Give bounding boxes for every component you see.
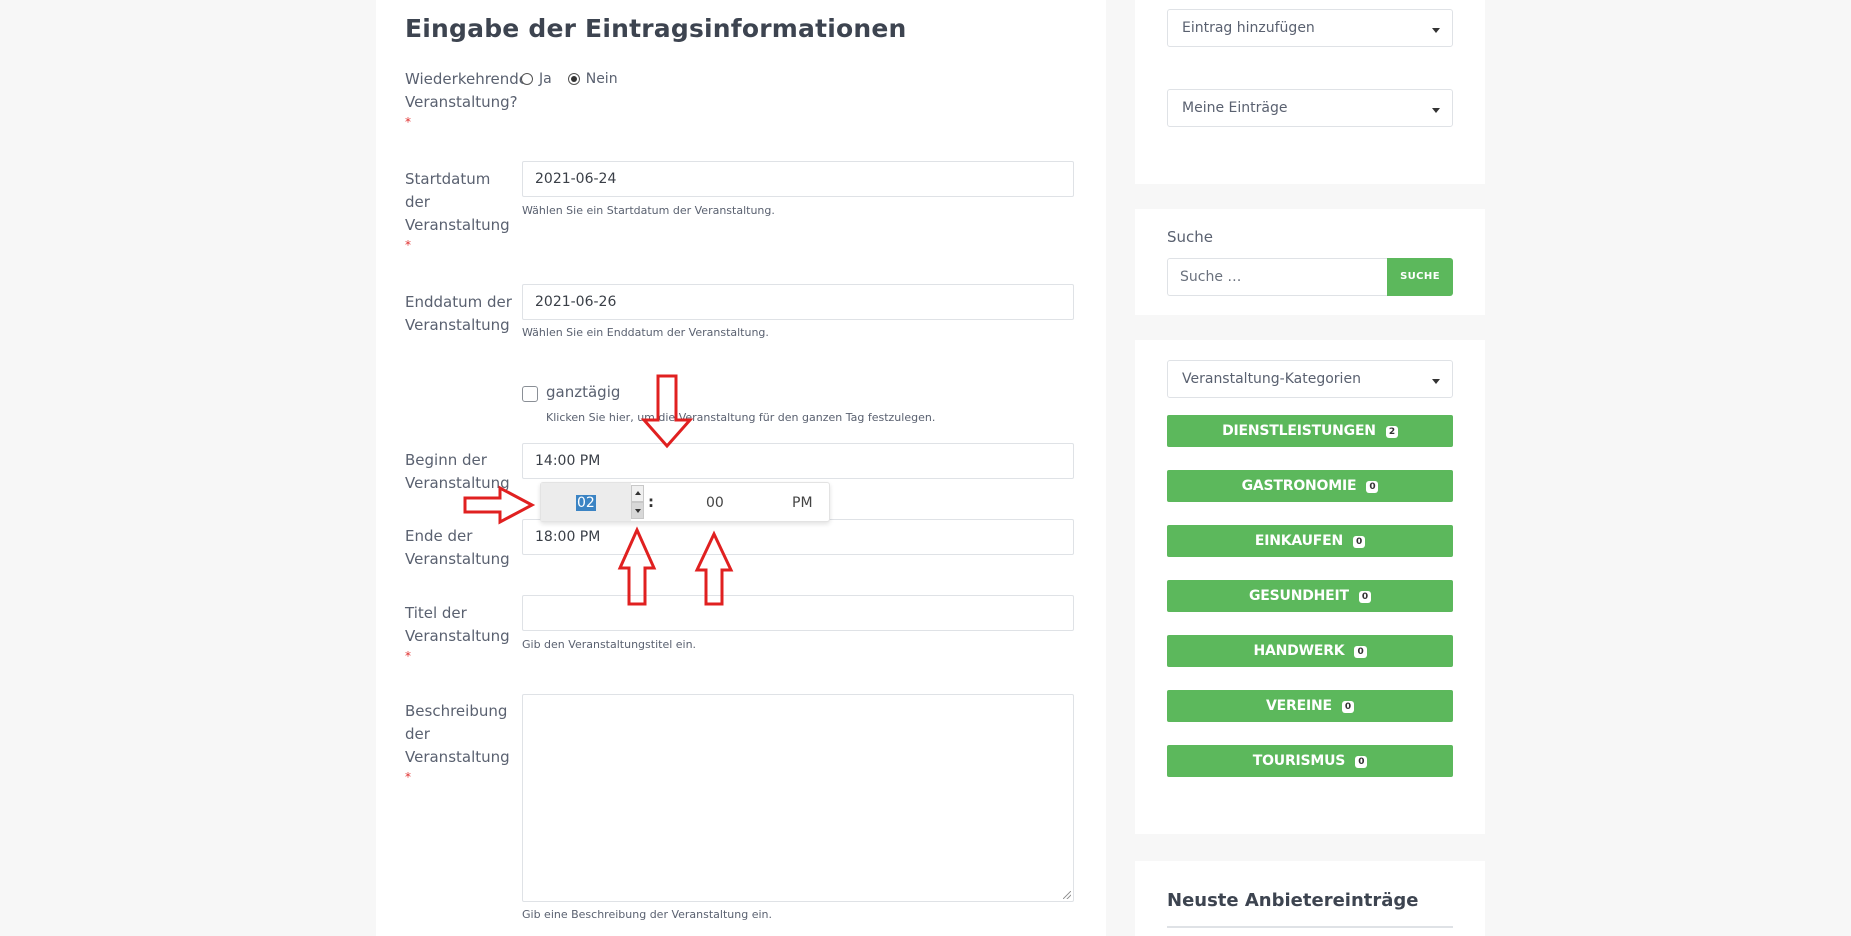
category-name: DIENSTLEISTUNGEN [1222,423,1376,439]
start-date-hint: Wählen Sie ein Startdatum der Veranstalt… [522,204,775,217]
category-count-badge: 0 [1354,646,1367,658]
radio-no-label[interactable]: Nein [586,71,618,87]
my-entries-select-label: Meine Einträge [1182,100,1288,116]
radio-no[interactable] [567,73,580,85]
search-button[interactable]: SUCHE [1387,258,1453,296]
chevron-down-icon [1432,108,1440,113]
category-count-badge: 0 [1366,481,1379,493]
time-picker-minute[interactable]: 00 [706,495,724,511]
description-label: Beschreibung der Veranstaltung * [405,700,520,785]
form-title: Eingabe der Eintragsinformationen [405,14,907,43]
resize-grip-icon[interactable] [1063,891,1071,899]
required-marker: * [405,649,411,663]
event-title-hint: Gib den Veranstaltungstitel ein. [522,638,697,651]
category-count-badge: 2 [1385,426,1398,438]
recurring-label: Wiederkehrende Veranstaltung? * [405,68,528,130]
category-button-gastronomie[interactable]: GASTRONOMIE 0 [1167,470,1453,502]
time-picker-ampm[interactable]: PM [792,495,813,511]
required-marker: * [405,770,411,784]
add-entry-select[interactable]: Eintrag hinzufügen [1167,9,1453,47]
radio-yes[interactable] [521,73,533,85]
category-name: TOURISMUS [1252,753,1346,769]
event-title-label: Titel der Veranstaltung * [405,602,520,664]
category-name: GASTRONOMIE [1241,478,1357,494]
my-entries-select[interactable]: Meine Einträge [1167,89,1453,127]
newest-entries-title: Neuste Anbietereinträge [1167,890,1419,911]
chevron-down-icon [1432,28,1440,33]
description-hint: Gib eine Beschreibung der Veranstaltung … [522,908,773,921]
radio-yes-label[interactable]: Ja [539,71,552,87]
end-time-label: Ende der Veranstaltung [405,527,510,568]
end-time-input[interactable]: 18:00 PM [522,519,1074,555]
recurring-label-text: Wiederkehrende Veranstaltung? [405,70,529,111]
category-count-badge: 0 [1341,701,1354,713]
search-label: Suche [1167,228,1214,246]
category-button-dienstleistungen[interactable]: DIENSTLEISTUNGEN 2 [1167,415,1453,447]
time-picker-hour-value[interactable]: 02 [576,495,596,511]
description-label-text: Beschreibung der Veranstaltung [405,702,510,766]
time-picker-hour-field[interactable]: 02 [541,483,631,521]
hour-decrement-button[interactable] [631,502,644,519]
time-separator: : [648,493,654,511]
start-time-label: Beginn der Veranstaltung [405,451,510,492]
time-picker-spinner [631,485,645,521]
category-name: VEREINE [1266,698,1332,714]
hour-increment-button[interactable] [631,485,644,502]
divider [1167,926,1453,928]
start-date-label-text: Startdatum der Veranstaltung [405,170,510,234]
category-button-vereine[interactable]: VEREINE 0 [1167,690,1453,722]
add-entry-select-label: Eintrag hinzufügen [1182,20,1315,36]
category-name: HANDWERK [1253,643,1345,659]
end-date-label: Enddatum der Veranstaltung [405,293,512,334]
category-select-label: Veranstaltung-Kategorien [1182,371,1361,387]
end-date-input[interactable]: 2021-06-26 [522,284,1074,320]
category-select[interactable]: Veranstaltung-Kategorien [1167,360,1453,398]
category-button-tourismus[interactable]: TOURISMUS 0 [1167,745,1453,777]
category-count-badge: 0 [1353,536,1366,548]
category-count-badge: 0 [1358,591,1371,603]
category-button-einkaufen[interactable]: EINKAUFEN 0 [1167,525,1453,557]
start-time-input[interactable]: 14:00 PM [522,443,1074,479]
start-date-label: Startdatum der Veranstaltung * [405,168,520,253]
description-textarea[interactable] [522,694,1074,902]
category-count-badge: 0 [1355,756,1368,768]
chevron-down-icon [1432,379,1440,384]
category-name: EINKAUFEN [1254,533,1344,549]
category-button-gesundheit[interactable]: GESUNDHEIT 0 [1167,580,1453,612]
recurring-radio-group: Ja Nein [521,71,618,87]
all-day-checkbox[interactable] [522,386,538,402]
search-input[interactable]: Suche … [1167,258,1388,296]
all-day-label[interactable]: ganztägig [546,383,620,401]
all-day-hint: Klicken Sie hier, um die Veranstaltung f… [546,411,936,424]
time-picker-popup: 02 : 00 PM [540,482,830,522]
category-button-handwerk[interactable]: HANDWERK 0 [1167,635,1453,667]
required-marker: * [405,238,411,252]
required-marker: * [405,115,411,129]
event-title-label-text: Titel der Veranstaltung [405,604,510,645]
event-title-input[interactable] [522,595,1074,631]
end-date-hint: Wählen Sie ein Enddatum der Veranstaltun… [522,326,769,339]
category-name: GESUNDHEIT [1249,588,1349,604]
start-date-input[interactable]: 2021-06-24 [522,161,1074,197]
